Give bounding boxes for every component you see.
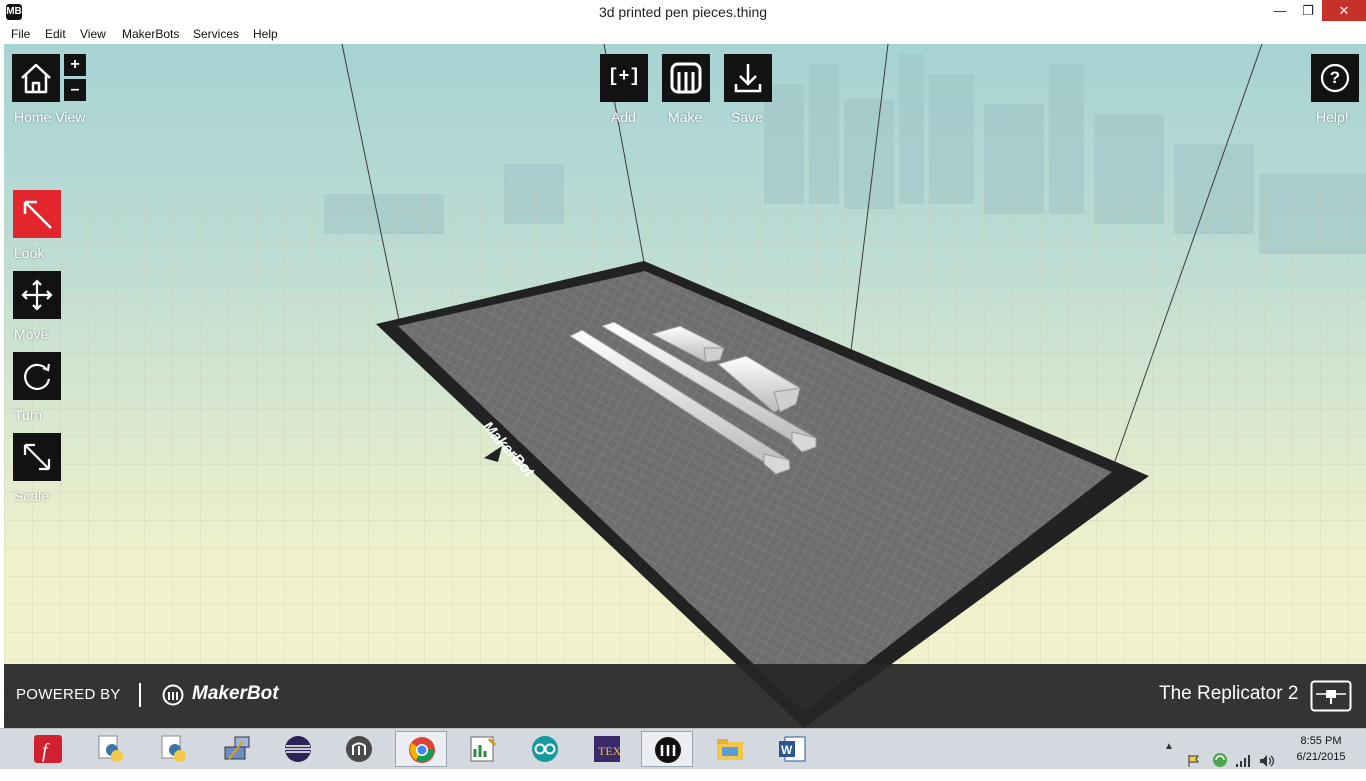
help-label: Help! bbox=[1316, 109, 1349, 125]
taskbar-app-network-tool[interactable] bbox=[211, 731, 263, 767]
volume-icon[interactable] bbox=[1258, 741, 1276, 781]
zoom-in-button[interactable]: + bbox=[64, 54, 86, 76]
maximize-button[interactable]: ❐ bbox=[1294, 0, 1322, 21]
wifi-signal-icon[interactable] bbox=[1234, 741, 1252, 781]
home-view-label: Home View bbox=[14, 109, 86, 125]
taskbar-app-makerware-elephant[interactable] bbox=[333, 731, 385, 767]
clock-date: 6/21/2015 bbox=[1296, 751, 1346, 763]
move-arrows-icon bbox=[21, 279, 53, 311]
scale-label: Scale bbox=[14, 488, 50, 504]
arduino-icon bbox=[532, 736, 558, 762]
makerware-elephant-icon bbox=[346, 736, 372, 762]
makerware-icon bbox=[655, 737, 681, 763]
taskbar-app-word[interactable]: W bbox=[766, 731, 818, 767]
action-center-flag-icon[interactable] bbox=[1186, 741, 1202, 781]
flash-player-icon: f bbox=[34, 735, 62, 763]
svg-text:TEX: TEX bbox=[598, 744, 622, 758]
title-bar: MB 3d printed pen pieces.thing — ❐ ✕ bbox=[0, 0, 1366, 25]
file-explorer-icon bbox=[717, 739, 743, 760]
scale-arrows-icon bbox=[23, 443, 51, 471]
clock-time: 8:55 PM bbox=[1300, 735, 1342, 747]
add-button[interactable]: [+] bbox=[600, 54, 648, 102]
tray-expand-arrow[interactable]: ▲ bbox=[1164, 741, 1174, 781]
taskbar-clock[interactable]: 8:55 PM 6/21/2015 bbox=[1286, 733, 1356, 765]
menu-file[interactable]: File bbox=[11, 27, 30, 41]
scale-button[interactable] bbox=[13, 433, 61, 481]
minimize-button[interactable]: — bbox=[1266, 0, 1294, 21]
taskbar-app-eclipse[interactable] bbox=[272, 731, 324, 767]
makerbot-m-icon bbox=[670, 62, 702, 94]
sync-tray-icon[interactable] bbox=[1211, 740, 1229, 780]
3d-viewport[interactable]: MakerBot + – Home View Look Move Turn Sc… bbox=[4, 44, 1366, 728]
brand-separator bbox=[139, 683, 141, 707]
taskbar-app-texworks[interactable]: TEX bbox=[581, 731, 633, 767]
zoom-out-button[interactable]: – bbox=[64, 79, 86, 101]
windows-taskbar: f TEX W ▲ 8:55 PM 6/21/2015 bbox=[0, 728, 1366, 769]
taskbar-app-python-2[interactable] bbox=[148, 731, 200, 767]
taskbar-app-arduino[interactable] bbox=[519, 731, 571, 767]
home-icon bbox=[21, 63, 51, 94]
make-button[interactable] bbox=[662, 54, 710, 102]
taskbar-app-python-1[interactable] bbox=[85, 731, 137, 767]
network-tool-icon bbox=[224, 736, 250, 760]
window-title: 3d printed pen pieces.thing bbox=[598, 4, 768, 20]
help-question-glyph: ? bbox=[1329, 68, 1341, 87]
taskbar-app-file-explorer[interactable] bbox=[704, 731, 756, 767]
menu-services[interactable]: Services bbox=[193, 27, 239, 41]
menu-bar: File Edit View MakerBots Services Help bbox=[0, 24, 1366, 44]
move-label: Move bbox=[14, 326, 49, 342]
save-label: Save bbox=[731, 109, 763, 125]
taskbar-app-chart-editor[interactable] bbox=[457, 731, 509, 767]
turn-label: Turn bbox=[14, 407, 43, 423]
taskbar-app-makerware[interactable] bbox=[641, 731, 693, 767]
chart-editor-icon bbox=[470, 736, 497, 762]
rotate-icon bbox=[24, 363, 51, 390]
download-icon bbox=[734, 64, 762, 93]
turn-button[interactable] bbox=[13, 352, 61, 400]
word-icon: W bbox=[779, 736, 806, 762]
menu-edit[interactable]: Edit bbox=[45, 27, 66, 41]
python-icon bbox=[161, 735, 186, 762]
powered-by-text: POWERED BY bbox=[16, 686, 121, 703]
svg-text:W: W bbox=[781, 743, 793, 757]
scene-canvas: MakerBot bbox=[4, 44, 1366, 728]
look-arrow-icon bbox=[23, 200, 52, 229]
look-button[interactable] bbox=[13, 190, 61, 238]
chrome-icon bbox=[409, 737, 435, 763]
printer-name[interactable]: The Replicator 2 bbox=[1159, 683, 1298, 705]
home-view-button[interactable] bbox=[12, 54, 60, 102]
python-icon bbox=[98, 735, 123, 762]
save-button[interactable] bbox=[724, 54, 772, 102]
close-button[interactable]: ✕ bbox=[1322, 0, 1366, 21]
menu-help[interactable]: Help bbox=[253, 27, 278, 41]
makerbot-logo-icon bbox=[162, 684, 184, 706]
add-label: Add bbox=[611, 109, 636, 125]
look-label: Look bbox=[14, 245, 45, 261]
move-button[interactable] bbox=[13, 271, 61, 319]
printer-status-icon[interactable] bbox=[1310, 680, 1352, 712]
help-button[interactable]: ? bbox=[1311, 54, 1359, 102]
makerbot-brand-text: MakerBot bbox=[192, 683, 279, 704]
menu-view[interactable]: View bbox=[80, 27, 106, 41]
brand-bar: POWERED BY MakerBot The Replicator 2 bbox=[4, 664, 1366, 728]
texworks-icon: TEX bbox=[594, 736, 622, 762]
taskbar-app-chrome[interactable] bbox=[395, 731, 447, 767]
menu-makerbots[interactable]: MakerBots bbox=[122, 27, 179, 41]
add-bracket-icon: [+] bbox=[607, 67, 641, 87]
taskbar-app-flash[interactable]: f bbox=[22, 731, 74, 767]
make-label: Make bbox=[668, 109, 703, 125]
eclipse-icon bbox=[285, 736, 311, 762]
